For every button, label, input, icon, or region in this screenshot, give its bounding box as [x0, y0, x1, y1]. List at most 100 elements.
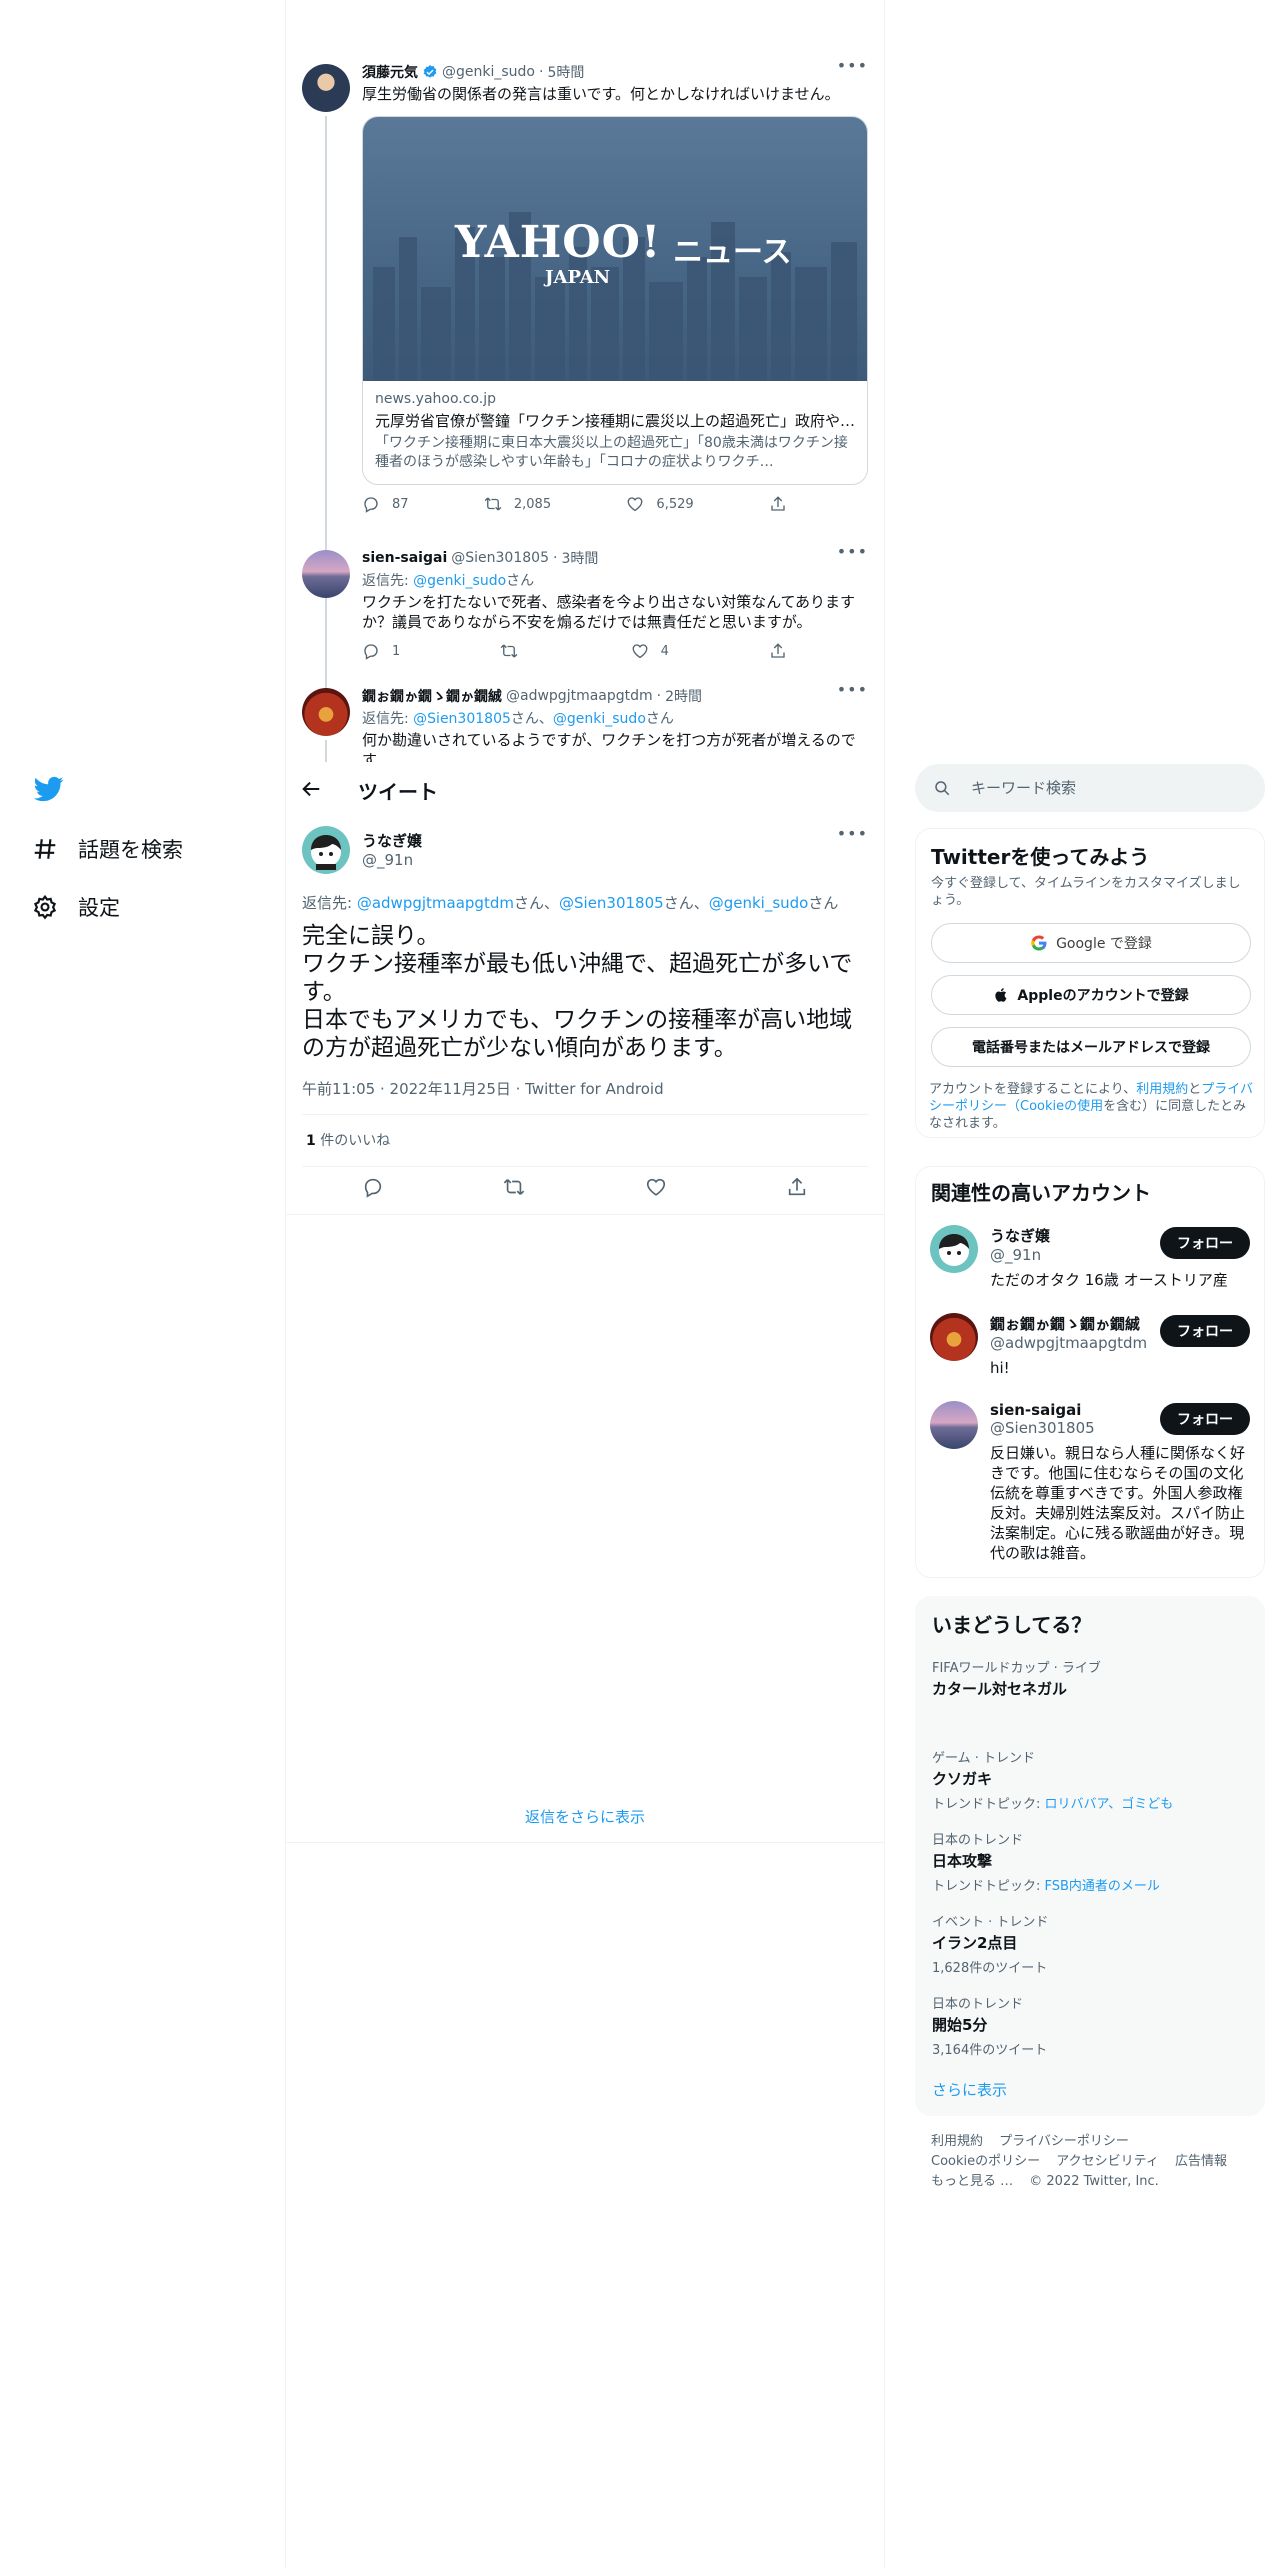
tweet-time[interactable]: 2時間: [665, 686, 702, 706]
author-handle[interactable]: @genki_sudo: [442, 64, 535, 80]
trend-item[interactable]: FIFAワールドカップ · ライブ カタール対セネガル: [932, 1657, 1252, 1699]
divider: [286, 1214, 884, 1215]
retweet-button[interactable]: [500, 642, 530, 660]
more-options-icon[interactable]: •••: [837, 824, 868, 843]
replying-separator: さん、: [513, 894, 559, 912]
author-name[interactable]: 鐗ぉ鐗ゕ鐗ゝ鐗ゕ鐗絾: [362, 686, 502, 706]
footer-link[interactable]: プライバシーポリシー: [999, 2134, 1129, 2149]
more-options-icon[interactable]: •••: [837, 686, 868, 699]
mention-link[interactable]: @genki_sudo: [553, 711, 646, 727]
reply-count: 1: [392, 643, 401, 659]
related-title: 関連性の高いアカウント: [931, 1181, 1151, 1205]
thread-tweet[interactable]: sien-saigai @Sien301805 · 3時間 ••• 返信先: @…: [286, 542, 884, 692]
share-button[interactable]: [769, 642, 787, 660]
share-button[interactable]: [769, 495, 787, 513]
avatar[interactable]: [302, 826, 350, 874]
author-name[interactable]: 須藤元気: [362, 62, 418, 82]
retweet-icon[interactable]: [503, 1176, 525, 1198]
author-handle[interactable]: @adwpgjtmaapgtdm: [506, 688, 653, 704]
hashtag-icon: [34, 839, 56, 859]
likes-summary[interactable]: 1 件のいいね: [306, 1130, 390, 1150]
thread-tweet[interactable]: 須藤元気 @genki_sudo · 5時間 ••• 厚生労働省の関係者の発言は…: [286, 56, 884, 602]
avatar[interactable]: [302, 550, 350, 598]
footer-link[interactable]: 利用規約: [931, 2134, 983, 2149]
google-signup-button[interactable]: Google で登録: [931, 923, 1251, 963]
terms-link[interactable]: 利用規約: [1136, 1082, 1188, 1097]
more-options-icon[interactable]: •••: [837, 542, 868, 561]
trend-topic-links[interactable]: ロリババア、ゴミども: [1045, 1797, 1174, 1812]
footer-link[interactable]: Cookieのポリシー: [931, 2154, 1040, 2169]
trend-tweet-count: 3,164件のツイート: [932, 2043, 1048, 2058]
nav-settings[interactable]: 設定: [32, 892, 120, 922]
google-logo-icon: [1031, 935, 1047, 951]
thread-tweet[interactable]: 鐗ぉ鐗ゕ鐗ゝ鐗ゕ鐗絾 @adwpgjtmaapgtdm · 2時間 ••• 返信…: [286, 686, 884, 762]
footer-more-link[interactable]: もっと見る …: [931, 2174, 1013, 2189]
avatar[interactable]: [930, 1313, 978, 1361]
like-button[interactable]: 4: [631, 642, 669, 660]
show-more-replies-link[interactable]: 返信をさらに表示: [286, 1806, 884, 1827]
search-bar[interactable]: [915, 764, 1265, 812]
main-column: 須藤元気 @genki_sudo · 5時間 ••• 厚生労働省の関係者の発言は…: [285, 0, 885, 2568]
divider: [302, 1114, 868, 1115]
trend-item[interactable]: ゲーム · トレンド クソガキ トレンドトピック: ロリババア、ゴミども: [932, 1747, 1252, 1812]
follow-button[interactable]: フォロー: [1160, 1315, 1250, 1347]
trend-item[interactable]: 日本のトレンド 開始5分 3,164件のツイート: [932, 1993, 1252, 2058]
more-options-icon[interactable]: •••: [837, 56, 868, 75]
focused-author: うなぎ嬢 @_91n: [362, 830, 422, 869]
author-name[interactable]: うなぎ嬢: [362, 830, 422, 851]
reply-button[interactable]: 87: [362, 495, 409, 513]
avatar[interactable]: [302, 688, 350, 736]
mention-link[interactable]: @Sien301805: [413, 711, 511, 727]
trend-topics-prefix: トレンドトピック:: [932, 1879, 1045, 1894]
author-name[interactable]: sien-saigai: [362, 550, 447, 566]
nav-explore[interactable]: 話題を検索: [32, 834, 183, 864]
mention-link[interactable]: @genki_sudo: [413, 573, 506, 589]
twitter-logo-icon[interactable]: [32, 774, 66, 804]
signup-terms: アカウントを登録することにより、利用規約とプライバシーポリシー（Cookieの使…: [929, 1081, 1254, 1132]
follow-button[interactable]: フォロー: [1160, 1227, 1250, 1259]
back-arrow-icon[interactable]: [300, 778, 322, 800]
tweet-time[interactable]: 5時間: [547, 62, 584, 82]
author-handle[interactable]: @_91n: [362, 851, 422, 869]
apple-signup-button[interactable]: Appleのアカウントで登録: [931, 975, 1251, 1015]
replying-to: 返信先: @genki_sudoさん: [362, 570, 868, 590]
author-handle[interactable]: @Sien301805: [451, 550, 549, 566]
search-input[interactable]: [971, 779, 1231, 797]
related-accounts-box: 関連性の高いアカウント うなぎ嬢 @_91n ただのオタク 16歳 オーストリア…: [915, 1166, 1265, 1578]
share-icon[interactable]: [786, 1176, 808, 1198]
apple-logo-icon: [995, 988, 1007, 1002]
phone-email-signup-button[interactable]: 電話番号またはメールアドレスで登録: [931, 1027, 1251, 1067]
avatar[interactable]: [302, 64, 350, 112]
mention-link[interactable]: @Sien301805: [559, 894, 664, 912]
follow-button[interactable]: フォロー: [1160, 1403, 1250, 1435]
account-bio: hi!: [990, 1359, 1010, 1377]
mention-link[interactable]: @adwpgjtmaapgtdm: [357, 894, 514, 912]
trend-topic-links[interactable]: FSB内通者のメール: [1045, 1879, 1160, 1894]
tweet-timestamp[interactable]: 午前11:05 · 2022年11月25日 · Twitter for Andr…: [302, 1078, 664, 1099]
replying-prefix: 返信先:: [362, 573, 409, 589]
heart-icon[interactable]: [645, 1176, 667, 1198]
tweet-actions: 1 4: [362, 642, 787, 660]
avatar[interactable]: [930, 1225, 978, 1273]
reply-button[interactable]: 1: [362, 642, 400, 660]
replying-suffix: さん: [645, 711, 674, 727]
trend-context: FIFAワールドカップ · ライブ: [932, 1661, 1101, 1676]
trend-item[interactable]: 日本のトレンド 日本攻撃 トレンドトピック: FSB内通者のメール: [932, 1829, 1252, 1894]
mention-link[interactable]: @genki_sudo: [709, 894, 809, 912]
link-card[interactable]: YAHOO! JAPAN ニュース news.yahoo.co.jp 元厚労省官…: [362, 116, 868, 485]
reply-icon[interactable]: [362, 1176, 384, 1198]
like-button[interactable]: 6,529: [626, 495, 694, 513]
reply-icon: [364, 644, 378, 660]
show-more-trends-link[interactable]: さらに表示: [932, 2079, 1007, 2100]
tweet-text: 完全に誤り。 ワクチン接種率が最も低い沖縄で、超過死亡が多いです。 日本でもアメ…: [302, 922, 872, 1062]
footer-link[interactable]: 広告情報: [1175, 2154, 1227, 2169]
avatar[interactable]: [930, 1401, 978, 1449]
terms-text: アカウントを登録することにより、: [929, 1082, 1137, 1097]
footer-link[interactable]: アクセシビリティ: [1056, 2154, 1159, 2169]
reply-count: 87: [392, 496, 409, 512]
trend-item[interactable]: イベント · トレンド イラン2点目 1,628件のツイート: [932, 1911, 1252, 1976]
tweet-time[interactable]: 3時間: [561, 548, 598, 568]
trend-context: 日本のトレンド: [932, 1833, 1024, 1848]
retweet-button[interactable]: 2,085: [484, 495, 551, 513]
tweet-text-line: ワクチン接種率が最も低い沖縄で、超過死亡が多いです。: [302, 951, 853, 1005]
